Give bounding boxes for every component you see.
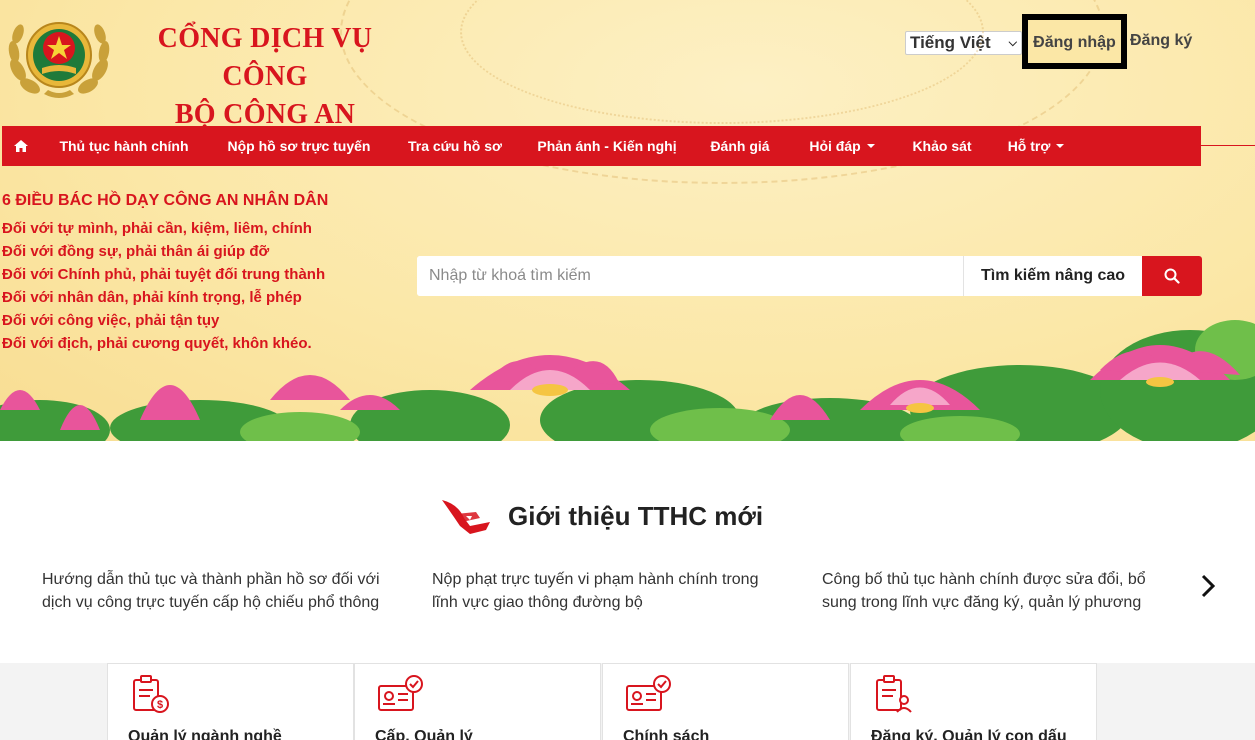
header-banner: CỔNG DỊCH VỤ CÔNG BỘ CÔNG AN Tiếng Việt … bbox=[0, 0, 1255, 441]
nav-label: Thủ tục hành chính bbox=[59, 138, 189, 154]
service-card-label: Đăng ký, Quản lý con dấu bbox=[871, 728, 1067, 740]
news-item[interactable]: Công bố thủ tục hành chính được sửa đổi,… bbox=[822, 568, 1172, 614]
nav-label: Khảo sát bbox=[912, 138, 972, 154]
teaching-line: Đối với tự mình, phải cần, kiệm, liêm, c… bbox=[2, 220, 312, 237]
svg-text:$: $ bbox=[157, 699, 163, 711]
nav-item-tra-cuu[interactable]: Tra cứu hồ sơ bbox=[390, 126, 520, 166]
nav-item-nop-ho-so[interactable]: Nộp hồ sơ trực tuyến bbox=[208, 126, 390, 166]
id-card-check-icon bbox=[626, 675, 671, 711]
teaching-line: Đối với Chính phủ, phải tuyệt đối trung … bbox=[2, 266, 326, 283]
search-button[interactable] bbox=[1142, 256, 1202, 296]
news-line: Hướng dẫn thủ tục và thành phần hồ sơ đố… bbox=[42, 571, 380, 588]
register-link[interactable]: Đăng ký bbox=[1130, 32, 1192, 50]
service-card[interactable]: Chính sách bbox=[602, 663, 849, 740]
login-button[interactable]: Đăng nhập bbox=[1022, 14, 1127, 69]
nav-item-ho-tro[interactable]: Hỗ trợ bbox=[986, 126, 1086, 166]
nav-item-phan-anh[interactable]: Phản ánh - Kiến nghị bbox=[520, 126, 694, 166]
nav-label: Phản ánh - Kiến nghị bbox=[537, 138, 677, 154]
nav-label: Nộp hồ sơ trực tuyến bbox=[227, 138, 371, 154]
news-line: Công bố thủ tục hành chính được sửa đổi,… bbox=[822, 571, 1146, 588]
language-value: Tiếng Việt bbox=[910, 33, 991, 52]
site-title-line1: CỔNG DỊCH VỤ CÔNG bbox=[157, 23, 373, 92]
chevron-down-icon: ⌵ bbox=[1008, 36, 1017, 49]
chevron-right-icon[interactable] bbox=[1195, 572, 1221, 600]
teaching-line: Đối với nhân dân, phải kính trọng, lễ ph… bbox=[2, 289, 302, 306]
lotus-illustration bbox=[0, 320, 1255, 441]
nav-divider bbox=[1201, 145, 1255, 146]
news-line: dịch vụ công trực tuyến cấp hộ chiếu phổ… bbox=[42, 594, 380, 611]
flag-ribbon-icon bbox=[442, 500, 490, 534]
advanced-search-label: Tìm kiếm nâng cao bbox=[980, 267, 1126, 284]
news-line: Nộp phạt trực tuyến vi phạm hành chính t… bbox=[432, 571, 759, 588]
caret-down-icon bbox=[1056, 144, 1065, 148]
teachings-title: 6 ĐIỀU BÁC HỒ DẠY CÔNG AN NHÂN DÂN bbox=[2, 192, 329, 209]
nav-label: Hỗ trợ bbox=[1007, 138, 1051, 154]
nav-item-khao-sat[interactable]: Khảo sát bbox=[898, 126, 986, 166]
document-money-icon: $ bbox=[133, 675, 169, 713]
nav-item-thu-tuc[interactable]: Thủ tục hành chính bbox=[40, 126, 208, 166]
police-emblem-logo[interactable] bbox=[4, 10, 114, 102]
nav-item-danh-gia[interactable]: Đánh giá bbox=[694, 126, 786, 166]
nav-item-hoi-dap[interactable]: Hỏi đáp bbox=[786, 126, 898, 166]
tthc-section-header: Giới thiệu TTHC mới bbox=[440, 496, 763, 536]
service-card[interactable]: $ Quản lý ngành nghề bbox=[107, 663, 354, 740]
nav-label: Tra cứu hồ sơ bbox=[407, 138, 502, 154]
language-select[interactable]: Tiếng Việt ⌵ bbox=[905, 31, 1022, 55]
site-title[interactable]: CỔNG DỊCH VỤ CÔNG BỘ CÔNG AN bbox=[120, 20, 410, 134]
news-line: sung trong lĩnh vực đăng ký, quản lý phư… bbox=[822, 594, 1142, 611]
nav-home[interactable] bbox=[2, 126, 40, 166]
search-input[interactable] bbox=[417, 256, 963, 296]
caret-down-icon bbox=[866, 144, 875, 148]
news-item[interactable]: Nộp phạt trực tuyến vi phạm hành chính t… bbox=[432, 568, 782, 614]
login-label: Đăng nhập bbox=[1033, 34, 1116, 51]
service-card[interactable]: Đăng ký, Quản lý con dấu bbox=[850, 663, 1097, 740]
service-card[interactable]: Cấp, Quản lý bbox=[354, 663, 601, 740]
news-item[interactable]: Hướng dẫn thủ tục và thành phần hồ sơ đố… bbox=[42, 568, 392, 614]
teaching-line: Đối với đồng sự, phải thân ái giúp đỡ bbox=[2, 243, 270, 260]
tthc-title: Giới thiệu TTHC mới bbox=[508, 500, 764, 531]
nav-label: Đánh giá bbox=[710, 138, 770, 154]
service-card-label: Quản lý ngành nghề bbox=[128, 728, 282, 740]
id-card-check-icon bbox=[378, 675, 423, 711]
nav-label: Hỏi đáp bbox=[809, 138, 861, 154]
news-line: lĩnh vực giao thông đường bộ bbox=[432, 594, 643, 611]
advanced-search-button[interactable]: Tìm kiếm nâng cao bbox=[963, 256, 1142, 296]
document-person-icon bbox=[876, 675, 912, 713]
service-card-label: Cấp, Quản lý bbox=[375, 728, 473, 740]
search-icon bbox=[1164, 268, 1180, 284]
main-nav: Thủ tục hành chính Nộp hồ sơ trực tuyến … bbox=[2, 126, 1201, 166]
service-card-label: Chính sách bbox=[623, 728, 710, 740]
search-bar: Tìm kiếm nâng cao bbox=[417, 256, 1202, 296]
home-icon bbox=[14, 140, 28, 152]
